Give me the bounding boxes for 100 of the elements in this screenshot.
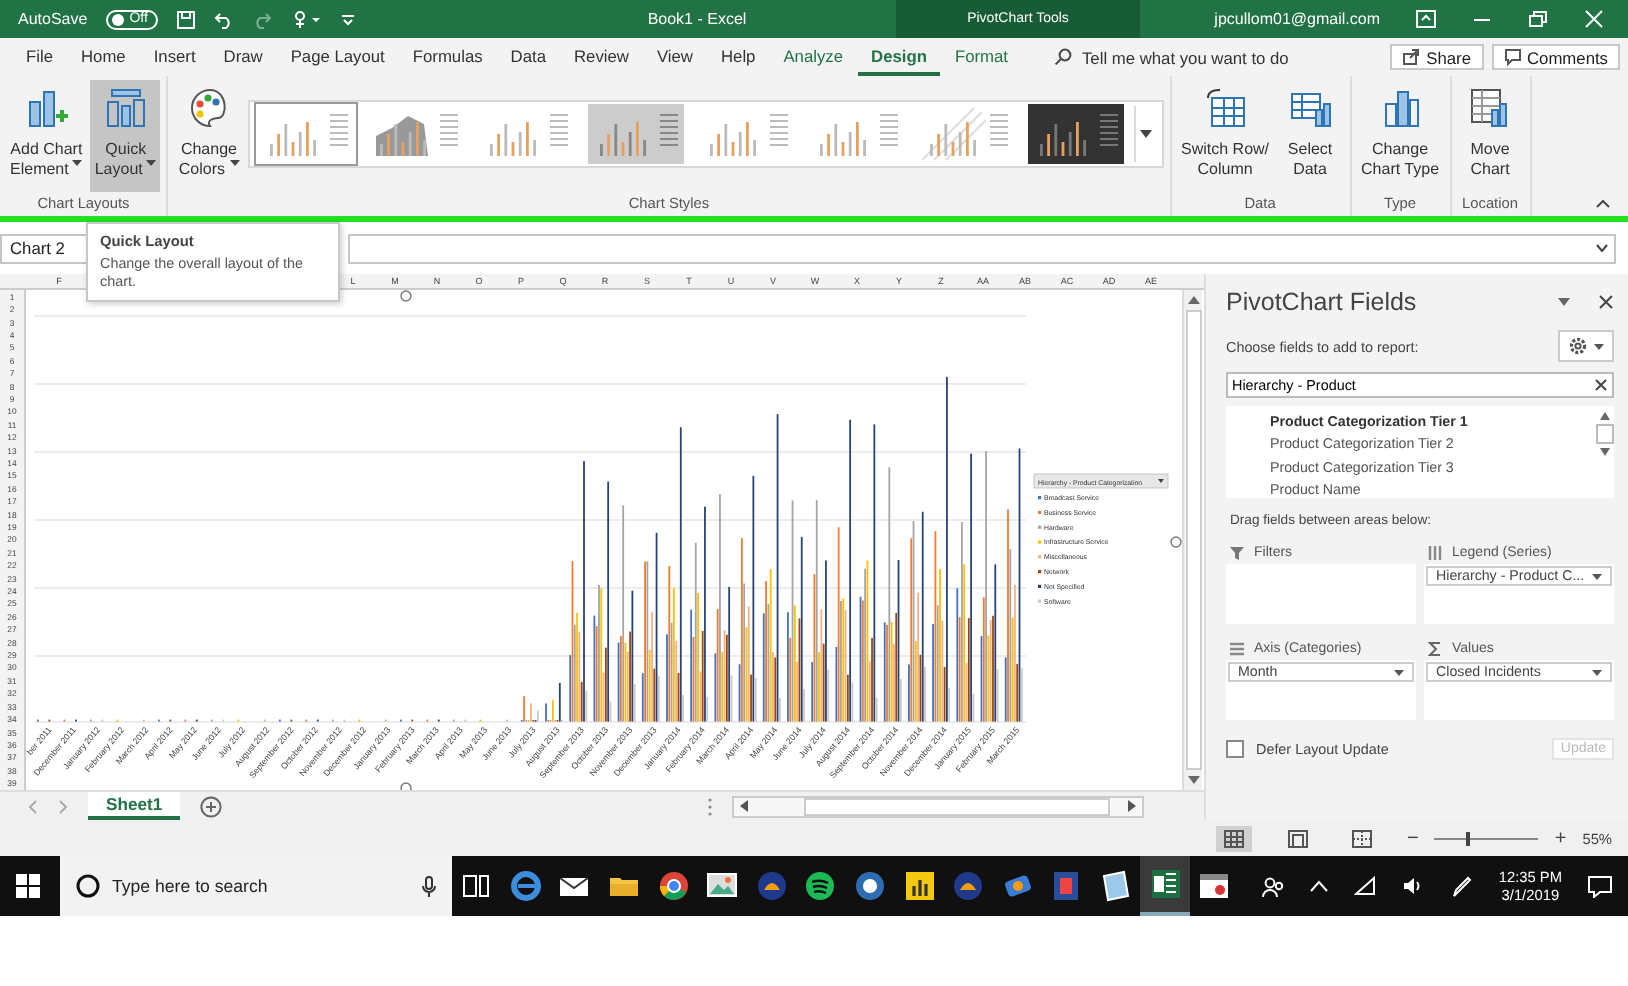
chart-style-thumbnail[interactable] [1023, 102, 1128, 166]
settings-icon [1568, 336, 1588, 356]
grid-icon [1223, 829, 1244, 847]
table-switch-icon [1203, 86, 1248, 130]
music-icon [804, 870, 837, 902]
ribbon-tab[interactable]: Analyze [769, 38, 858, 76]
spreadsheet-icon [1149, 868, 1182, 900]
collapse-ribbon-icon[interactable] [1596, 200, 1610, 208]
search-field[interactable]: Type here to search [112, 876, 410, 896]
caret-icon [229, 160, 240, 167]
image-icon [706, 870, 739, 902]
comments-button[interactable]: Comments [1491, 44, 1620, 70]
ribbon-tab[interactable]: Data [496, 38, 560, 76]
ribbon-tab[interactable]: Formulas [398, 38, 497, 76]
chart-style-thumbnail[interactable] [253, 102, 358, 166]
scroll-left-icon[interactable] [740, 800, 748, 812]
pen-icon[interactable] [1450, 875, 1473, 897]
people-icon[interactable] [1262, 875, 1285, 897]
ribbon-tab[interactable]: Format [940, 38, 1022, 76]
chart-style-thumbnail[interactable] [583, 102, 688, 166]
window-title: Book1 - Excel [645, 10, 749, 28]
page-break-icon [1351, 829, 1372, 847]
ribbon-command[interactable]: Move Chart [1457, 80, 1524, 192]
pane-options-icon[interactable] [1558, 298, 1570, 306]
formula-field[interactable] [348, 233, 1616, 263]
ribbon-tab[interactable]: File [12, 38, 67, 76]
expand-icon[interactable] [1596, 244, 1608, 252]
ribbon-command[interactable]: Quick Layout [90, 80, 161, 192]
chart-add-icon [24, 86, 69, 130]
notification-icon[interactable] [1588, 875, 1612, 897]
checkbox[interactable] [1226, 740, 1244, 758]
horizontal-scrollbar[interactable] [732, 795, 1144, 817]
tell-me-field[interactable]: Tell me what you want to do [1081, 47, 1346, 67]
zoom-in-button[interactable]: + [1554, 827, 1567, 849]
ribbon-tab[interactable]: Page Layout [276, 38, 399, 76]
ribbon-tab[interactable]: Draw [209, 38, 277, 76]
scroll-thumb[interactable] [1596, 424, 1614, 444]
customize-toolbar-icon[interactable] [339, 9, 356, 29]
account-name: jpcullom01@gmail.com [1212, 10, 1382, 28]
taskbar-app[interactable] [1140, 856, 1190, 916]
volume-icon[interactable] [1402, 876, 1425, 896]
sum-icon [1428, 641, 1442, 655]
undo-icon[interactable] [213, 9, 234, 29]
ribbon-command[interactable]: Switch Row/ Column [1177, 80, 1274, 192]
caret-icon [72, 160, 83, 167]
autosave-label: AutoSave [18, 10, 88, 28]
add-sheet-icon[interactable] [200, 795, 223, 817]
window-icon [1198, 870, 1231, 902]
scroll-right-icon[interactable] [1128, 800, 1136, 812]
scroll-thumb[interactable] [1185, 310, 1201, 770]
ribbon-command[interactable]: Select Data [1277, 80, 1344, 192]
game-icon [755, 870, 788, 902]
vertical-scrollbar[interactable] [1182, 290, 1202, 790]
scroll-up-icon[interactable] [1187, 296, 1199, 304]
browser-icon [509, 870, 542, 902]
ribbon-command[interactable]: Change Colors [174, 80, 244, 192]
ribbon-tab[interactable]: Home [67, 38, 140, 76]
share-button[interactable]: Share [1390, 44, 1483, 70]
ribbon-display-icon[interactable] [1416, 10, 1436, 28]
ribbon-command[interactable]: Add Chart Element [6, 80, 87, 192]
columns-icon [1428, 545, 1442, 559]
caret-icon [1594, 343, 1604, 349]
caret-icon [1394, 669, 1404, 675]
close-icon[interactable] [1598, 294, 1614, 310]
browser-icon [657, 870, 690, 902]
ribbon-tab[interactable]: Help [706, 38, 770, 76]
sheet-chart-icon [1468, 86, 1513, 130]
settings-button[interactable] [1558, 330, 1614, 362]
ribbon-command[interactable]: Change Chart Type [1357, 80, 1444, 192]
ribbon-tab[interactable]: View [642, 38, 707, 76]
ribbon-tab[interactable]: Review [560, 38, 643, 76]
bar-group [520, 696, 539, 722]
share-icon [1402, 48, 1421, 66]
scroll-down-icon[interactable] [1600, 448, 1610, 456]
zoom-out-button[interactable]: − [1407, 827, 1419, 849]
ribbon-tab[interactable]: Insert [139, 38, 210, 76]
windows-start-icon[interactable] [16, 874, 40, 898]
comment-icon [1503, 48, 1521, 66]
restore-icon[interactable] [1528, 10, 1548, 28]
scroll-up-icon[interactable] [1600, 412, 1610, 420]
game-icon [952, 870, 985, 902]
page-icon [1287, 829, 1308, 847]
clear-icon[interactable] [1594, 378, 1608, 392]
scroll-down-icon[interactable] [1187, 776, 1199, 784]
view-button[interactable] [1215, 825, 1252, 851]
filter-icon [1230, 545, 1244, 559]
save-icon[interactable] [175, 9, 196, 29]
sheet-tab[interactable]: Sheet1 [88, 792, 181, 820]
circle-app-icon [854, 870, 887, 902]
layout-icon [103, 86, 148, 130]
search-bar[interactable]: Type here to search [60, 856, 452, 916]
touch-mode-icon[interactable] [289, 9, 322, 29]
chart-area[interactable] [26, 290, 1182, 794]
resize-handle[interactable] [1170, 536, 1182, 548]
microphone-icon[interactable] [422, 875, 436, 897]
scroll-thumb[interactable] [804, 797, 1110, 815]
resize-handle[interactable] [400, 290, 412, 302]
chevron-up-icon[interactable] [1310, 880, 1329, 892]
caret-icon [1592, 573, 1602, 579]
gallery-more-button[interactable] [1133, 106, 1158, 162]
